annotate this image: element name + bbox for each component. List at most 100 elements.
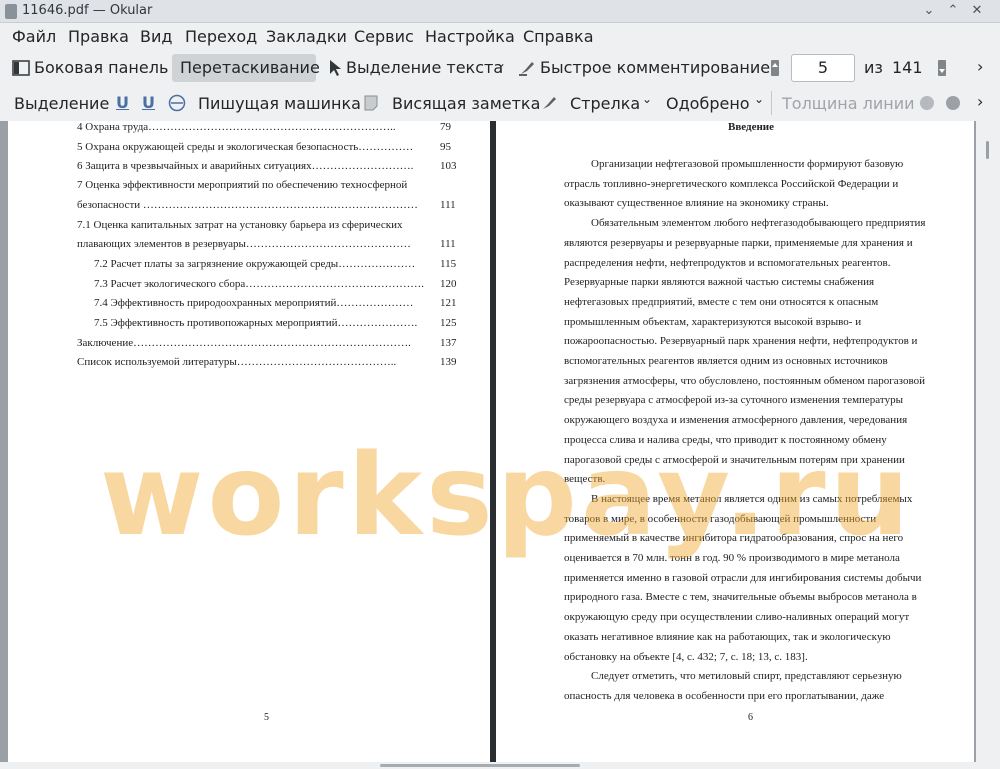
- toc-page-number: 139: [440, 356, 457, 368]
- toc-page-number: 111: [440, 199, 456, 211]
- toc-entry: 7 Оценка эффективности мероприятий по об…: [77, 179, 428, 191]
- menu-bookmarks[interactable]: Закладки: [266, 27, 347, 46]
- text-line: Организации нефтегазовой промышленности …: [591, 158, 904, 170]
- line-width-button[interactable]: Толщина линии: [782, 94, 915, 113]
- text-line: Резервуарные парки являются важной часть…: [564, 276, 875, 289]
- menu-view[interactable]: Вид: [140, 27, 172, 46]
- text-line: применяемый в качестве ингибитора гидрат…: [564, 532, 904, 545]
- toc-entry-text: 7.2 Расчет платы за загрязнение окружающ…: [94, 258, 416, 270]
- document-viewer[interactable]: 4 Охрана труда………………………………………………………….. 79…: [0, 121, 1000, 769]
- window-title: 11646.pdf — Okular: [22, 3, 153, 18]
- page-number-input[interactable]: 5: [791, 54, 855, 82]
- toc-entry: плавающих элементов в резервуары………………………: [77, 238, 428, 250]
- toc-entry: 7.5 Эффективность противопожарных меропр…: [94, 317, 428, 329]
- scrollbar-thumb[interactable]: [380, 764, 580, 767]
- menu-tools[interactable]: Сервис: [354, 27, 414, 46]
- toc-entry-text: Список используемой литературы……………………………: [77, 356, 397, 368]
- menu-edit[interactable]: Правка: [68, 27, 129, 46]
- toc-page-number: 115: [440, 258, 457, 270]
- page-number: 5: [264, 712, 269, 723]
- text-line: применяется именно в газовой отрасли для…: [564, 571, 922, 584]
- toolbar-overflow-icon[interactable]: ›: [977, 57, 983, 76]
- pdf-page-5: 4 Охрана труда………………………………………………………….. 79…: [8, 121, 490, 762]
- chevron-down-icon[interactable]: ⌄: [754, 92, 764, 106]
- scrollbar-thumb[interactable]: [986, 141, 989, 159]
- toc-page-number: 137: [440, 337, 457, 349]
- text-line: вспомогательных реагентов является одним…: [564, 355, 888, 367]
- toc-entry-text: 7.4 Эффективность природоохранных меропр…: [94, 297, 414, 309]
- toc-page-number: 95: [440, 141, 451, 153]
- text-line: среды резервуара с атмосферой из-за суто…: [564, 394, 903, 407]
- stamp-approved-button[interactable]: Одобрено: [666, 94, 750, 113]
- text-line: веществ.: [564, 473, 606, 486]
- text-line: процесса слива и налива среды, что приво…: [564, 433, 887, 446]
- text-line: обстановку на объекте [4, с. 432; 7, с. …: [564, 650, 808, 663]
- toc-entry-text: 6 Защита в чрезвычайных и аварийных ситу…: [77, 160, 414, 172]
- menu-help[interactable]: Справка: [523, 27, 594, 46]
- toc-entry-text: 7.3 Расчет экологического сбора…………………………: [94, 278, 424, 290]
- text-line: оценивается в 70 млн. тонн в год. 90 % п…: [564, 552, 900, 564]
- horizontal-scrollbar[interactable]: [0, 762, 1000, 769]
- text-line: Обязательным элементом любого нефтегазод…: [591, 217, 926, 230]
- toc-entry-text: 5 Охрана окружающей среды и экологическа…: [77, 141, 414, 153]
- text-line: парогазовой среды с атмосферой и значите…: [564, 453, 905, 466]
- section-heading: Введение: [728, 121, 775, 133]
- page-number: 6: [748, 712, 753, 723]
- text-line: Следует отметить, что метиловый спирт, п…: [591, 670, 902, 683]
- vertical-scrollbar[interactable]: [976, 121, 1000, 762]
- minimize-icon[interactable]: ⌄: [920, 3, 938, 19]
- toc-entry: 6 Защита в чрезвычайных и аварийных ситу…: [77, 160, 428, 172]
- text-line: В настоящее время метанол является одним…: [591, 492, 913, 505]
- drag-button[interactable]: Перетаскивание: [180, 58, 320, 77]
- toc-entry-text: 7.5 Эффективность противопожарных меропр…: [94, 317, 418, 329]
- close-icon[interactable]: ✕: [968, 3, 986, 19]
- toc-entry: 4 Охрана труда…………………………………………………………..: [77, 121, 428, 133]
- previous-page-icon[interactable]: [766, 59, 784, 77]
- toc-entry: Список используемой литературы……………………………: [77, 356, 428, 368]
- text-line: опасность для человека в особенности при…: [564, 689, 885, 702]
- sidebar-icon: [12, 60, 30, 76]
- strikeout-icon[interactable]: [168, 94, 186, 112]
- menu-go[interactable]: Переход: [185, 27, 257, 46]
- sidebar-button[interactable]: Боковая панель: [34, 58, 168, 77]
- chevron-down-icon[interactable]: ⌄: [496, 56, 506, 70]
- next-page-icon[interactable]: [933, 59, 951, 77]
- page-of-label: из: [864, 58, 883, 77]
- underline-icon[interactable]: U: [116, 93, 129, 112]
- color-icon[interactable]: [918, 94, 936, 112]
- maximize-icon[interactable]: ⌃: [944, 3, 962, 19]
- highlighter-icon: [519, 62, 534, 76]
- quick-annotation-button[interactable]: Быстрое комментирование: [540, 58, 770, 77]
- toc-entry: безопасности …………………………………………………………………: [77, 199, 428, 211]
- text-line: нефтегазовых предприятий, вместе с тем о…: [564, 295, 879, 308]
- text-line: окружающую среду при осуществлении сливо…: [564, 611, 910, 624]
- text-line: пожароопасностью. Резервуарный парк хран…: [564, 335, 918, 348]
- separator: [771, 91, 772, 115]
- opacity-icon[interactable]: [944, 94, 962, 112]
- toc-entry-text: безопасности …………………………………………………………………: [77, 199, 418, 211]
- text-line: отрасль топливно-энергетического комплек…: [564, 177, 899, 190]
- arrow-tool-button[interactable]: Стрелка: [570, 94, 640, 113]
- sticky-note-icon: [364, 95, 378, 111]
- pdf-file-icon: [5, 4, 17, 19]
- text-select-button[interactable]: Выделение текста: [346, 58, 503, 77]
- typewriter-button[interactable]: Пишущая машинка: [198, 94, 361, 113]
- sticky-note-button[interactable]: Висящая заметка: [392, 94, 540, 113]
- toc-page-number: 120: [440, 278, 457, 290]
- text-line: товаров в мире, в особенности газодобыва…: [564, 512, 877, 525]
- text-line: оказать негативное влияние как на работа…: [564, 630, 891, 643]
- toc-entry: Заключение………………………………………………………………….: [77, 337, 428, 349]
- chevron-down-icon[interactable]: ⌄: [642, 92, 652, 106]
- menu-file[interactable]: Файл: [12, 27, 56, 46]
- title-bar: 11646.pdf — Okular ⌄ ⌃ ✕: [0, 0, 1000, 23]
- toc-page-number: 103: [440, 160, 457, 172]
- text-line: окружающего воздуха и изменения атмосфер…: [564, 414, 908, 427]
- pdf-page-6: Введение Организации нефтегазовой промыш…: [496, 121, 974, 762]
- toc-entry: 7.2 Расчет платы за загрязнение окружающ…: [94, 258, 428, 270]
- text-line: оказывают существенное влияние на эконом…: [564, 197, 829, 210]
- selection-button[interactable]: Выделение: [14, 94, 109, 113]
- squiggly-underline-icon[interactable]: U: [142, 93, 155, 112]
- toolbar-overflow-icon[interactable]: ›: [977, 92, 983, 111]
- toc-entry-text: 4 Охрана труда…………………………………………………………..: [77, 121, 396, 133]
- menu-settings[interactable]: Настройка: [425, 27, 515, 46]
